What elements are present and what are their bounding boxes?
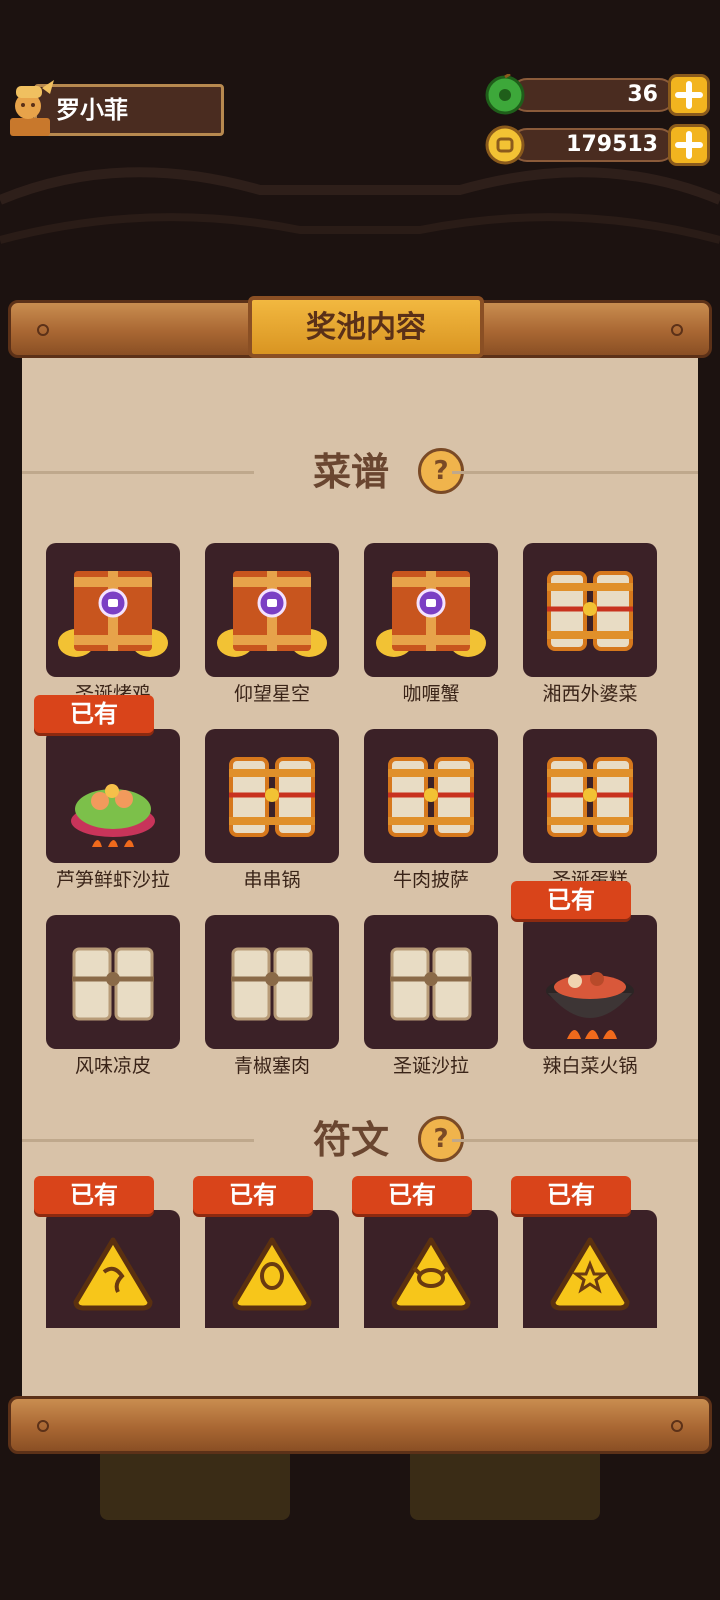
owned-badge: 已有 [193, 1176, 313, 1214]
recipe-name: 风味凉皮 [74, 1055, 151, 1077]
recipe-name: 咖喱蟹 [402, 683, 460, 705]
divine-recipe-scroll-icon [205, 543, 339, 677]
plain-recipe-scroll-icon [46, 915, 180, 1049]
gold-currency: 179513 [484, 122, 714, 168]
owned-badge: 已有 [511, 881, 631, 919]
chef-avatar-icon [10, 80, 54, 136]
owned-badge: 已有 [352, 1176, 472, 1214]
plain-recipe-scroll-icon [364, 915, 498, 1049]
gold-recipe-scroll-icon [205, 729, 339, 863]
recipe-name: 牛肉披萨 [392, 869, 469, 891]
divine-recipe-scroll-icon [46, 543, 180, 677]
rod-nail [671, 1420, 683, 1432]
recipe-name: 湘西外婆菜 [542, 683, 638, 705]
jade-currency: 36 [484, 72, 714, 118]
panel-bottom-rod [8, 1396, 712, 1454]
divine-recipe-scroll-icon [364, 543, 498, 677]
gold-recipe-scroll-icon [523, 729, 657, 863]
jade-coin-icon [485, 74, 525, 115]
recipe-name: 芦笋鲜虾沙拉 [55, 869, 170, 891]
rod-nail [37, 324, 49, 336]
divider [452, 1139, 698, 1142]
recipes-section-title: 菜谱 [312, 450, 389, 494]
asparagus-shrimp-salad-dish-icon [46, 729, 180, 863]
gold-recipe-scroll-icon [523, 543, 657, 677]
player-name: 罗小菲 [56, 96, 128, 124]
add-jade-button[interactable] [668, 74, 710, 116]
gold-coin-icon [485, 125, 525, 165]
divider [22, 471, 254, 474]
divider [452, 471, 698, 474]
rod-nail [37, 1420, 49, 1432]
recipe-name: 仰望星空 [233, 683, 310, 705]
player-profile[interactable]: 罗小菲 [4, 78, 228, 140]
recipe-name: 圣诞沙拉 [392, 1055, 469, 1077]
prize-pool-panel[interactable]: 菜谱 ? 圣诞烤鸡 仰望星空 咖喱蟹 湘西外婆菜 芦笋鲜虾沙拉 已有 串串锅 牛肉披萨 圣诞蛋糕… [22, 352, 698, 1396]
kimchi-hotpot-dish-icon [523, 915, 657, 1049]
rod-nail [671, 324, 683, 336]
owned-badge: 已有 [511, 1176, 631, 1214]
jade-amount: 36 [627, 82, 658, 107]
runes-section-title: 符文 [312, 1118, 389, 1162]
add-gold-button[interactable] [668, 124, 710, 166]
crab-rune-icon [364, 1210, 498, 1344]
squid-rune-icon [205, 1210, 339, 1344]
runes-section-header: 符文 ? [22, 1112, 698, 1168]
recipe-name: 辣白菜火锅 [542, 1055, 638, 1077]
owned-badge: 已有 [34, 1176, 154, 1214]
recipes-section-header: 菜谱 ? [22, 444, 698, 500]
starfish-rune-icon [523, 1210, 657, 1344]
shrimp-rune-icon [46, 1210, 180, 1344]
recipe-name: 串串锅 [243, 869, 301, 891]
owned-badge: 已有 [34, 695, 154, 733]
gold-recipe-scroll-icon [364, 729, 498, 863]
panel-title-banner: 奖池内容 [248, 296, 484, 358]
divider [22, 1139, 254, 1142]
plain-recipe-scroll-icon [205, 915, 339, 1049]
recipe-name: 青椒塞肉 [233, 1055, 310, 1077]
panel-title: 奖池内容 [306, 310, 426, 345]
gold-amount: 179513 [566, 132, 658, 157]
